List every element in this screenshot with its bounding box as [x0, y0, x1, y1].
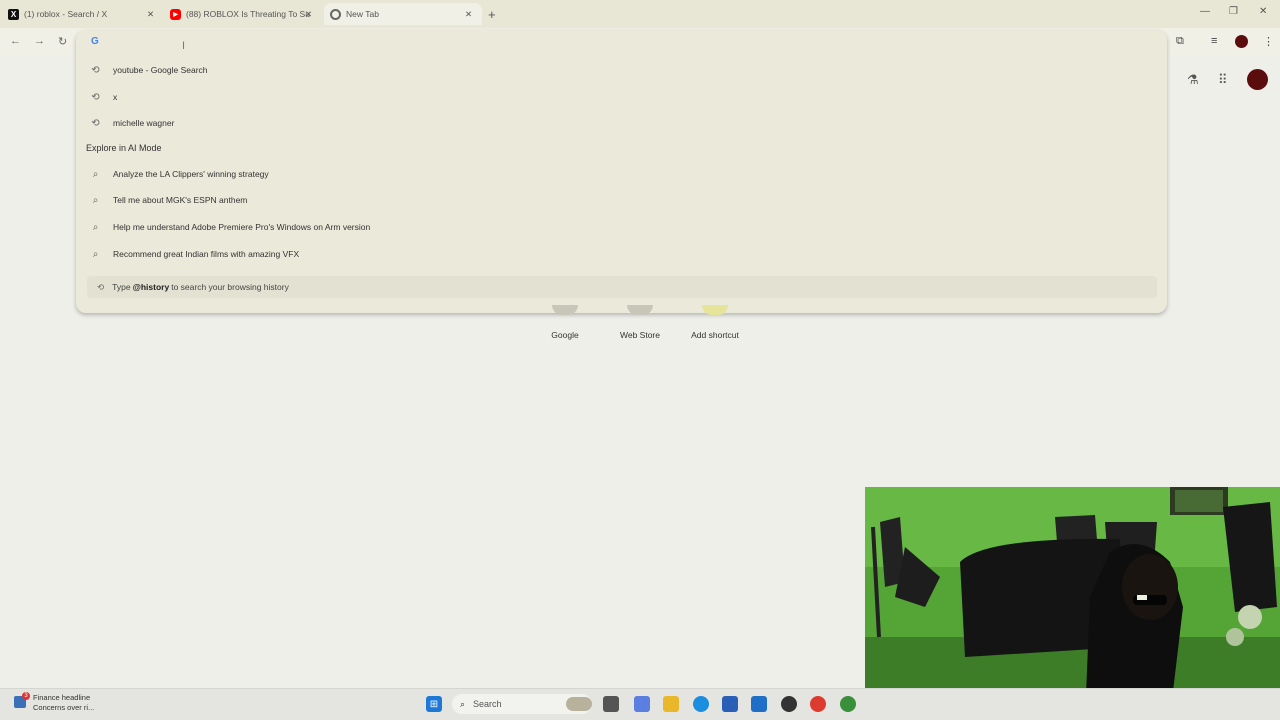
history-tip[interactable]: ⟲ Type @history to search your browsing … — [87, 276, 1157, 298]
edge-icon[interactable] — [693, 696, 709, 712]
windows-start-icon[interactable]: ⊞ — [426, 696, 442, 712]
suggestion-text: Tell me about MGK's ESPN anthem — [113, 195, 248, 205]
media-control-icon[interactable]: ≡ — [1211, 35, 1217, 47]
close-icon[interactable]: ✕ — [465, 3, 475, 25]
tab-title: (1) roblox - Search / X — [24, 9, 108, 19]
app-icon[interactable] — [781, 696, 797, 712]
google-icon: G — [91, 36, 99, 47]
widget-subtitle: Concerns over ri... — [33, 703, 95, 712]
reload-icon[interactable]: ↻ — [58, 35, 67, 48]
ai-mode-section-title: Explore in AI Mode — [86, 143, 162, 153]
shortcut-web-store[interactable]: Web Store — [605, 330, 675, 340]
copilot-icon[interactable] — [634, 696, 650, 712]
suggestion-text: x — [113, 92, 118, 102]
tab-title: (88) ROBLOX Is Threating To Su — [186, 9, 310, 19]
history-tip-suffix: to search your browsing history — [171, 282, 289, 292]
webcam-overlay — [865, 487, 1280, 720]
suggestion-item[interactable]: ⟲ youtube - Google Search — [88, 60, 208, 80]
search-icon: ⌕ — [92, 168, 99, 180]
chrome-icon — [330, 8, 341, 20]
ai-suggestion-item[interactable]: ⌕ Analyze the LA Clippers' winning strat… — [88, 164, 269, 184]
close-window-button[interactable]: ✕ — [1259, 6, 1267, 17]
new-tab-button[interactable]: + — [488, 3, 500, 25]
suggestion-item[interactable]: ⟲ michelle wagner — [88, 113, 174, 133]
ai-suggestion-item[interactable]: ⌕ Tell me about MGK's ESPN anthem — [88, 190, 248, 210]
labs-icon[interactable]: ⚗ — [1187, 72, 1199, 88]
webstore-shortcut-icon[interactable] — [627, 305, 653, 315]
suggestion-text: Help me understand Adobe Premiere Pro's … — [113, 222, 371, 232]
minimize-button[interactable]: — — [1200, 6, 1210, 17]
shortcut-google[interactable]: Google — [530, 330, 600, 340]
screen-capture-icon[interactable]: ⧉ — [1176, 35, 1184, 48]
history-icon: ⟲ — [97, 281, 105, 292]
suggestion-item[interactable]: ⟲ x — [88, 87, 117, 107]
close-icon[interactable]: ✕ — [147, 3, 157, 25]
notification-badge: 3 — [22, 692, 30, 700]
ai-suggestion-item[interactable]: ⌕ Recommend great Indian films with amaz… — [88, 244, 299, 264]
tab-roblox-video[interactable]: ▶ (88) ROBLOX Is Threating To Su — [170, 3, 318, 25]
history-icon: ⟲ — [91, 91, 100, 103]
ai-suggestion-item[interactable]: ⌕ Help me understand Adobe Premiere Pro'… — [88, 217, 371, 237]
history-tip-prefix: Type — [112, 282, 131, 292]
maximize-button[interactable]: ❐ — [1229, 6, 1238, 17]
avatar[interactable] — [1235, 35, 1248, 48]
outlook-icon[interactable] — [751, 696, 767, 712]
suggestion-text: youtube - Google Search — [113, 65, 208, 75]
search-icon: ⌕ — [92, 194, 99, 206]
search-icon: ⌕ — [92, 248, 99, 260]
suggestion-text: Recommend great Indian films with amazin… — [113, 249, 300, 259]
add-shortcut-icon[interactable] — [702, 305, 728, 315]
search-placeholder: Search — [473, 699, 502, 709]
text-cursor-icon: I — [182, 40, 186, 52]
shortcut-add[interactable]: Add shortcut — [680, 330, 750, 340]
menu-icon[interactable]: ⋮ — [1263, 35, 1274, 48]
history-icon: ⟲ — [91, 117, 100, 129]
search-icon: ⌕ — [460, 698, 466, 709]
address-input[interactable] — [108, 34, 1108, 50]
tab-roblox-search-x[interactable]: X (1) roblox - Search / X — [8, 3, 158, 25]
chrome-profile-icon[interactable] — [840, 696, 856, 712]
webcam-feed-image — [865, 487, 1280, 720]
forward-icon[interactable]: → — [34, 35, 45, 47]
suggestion-text: michelle wagner — [113, 118, 175, 128]
widget-title: Finance headline — [33, 693, 91, 702]
chrome-taskbar-icon[interactable] — [810, 696, 826, 712]
suggestion-text: Analyze the LA Clippers' winning strateg… — [113, 169, 269, 179]
back-icon[interactable]: ← — [10, 35, 21, 47]
profile-avatar[interactable] — [1247, 69, 1268, 90]
file-explorer-icon[interactable] — [663, 696, 679, 712]
widgets-button[interactable]: 3 Finance headline Concerns over ri... — [14, 692, 95, 713]
close-icon[interactable]: ✕ — [305, 3, 315, 25]
google-shortcut-icon[interactable] — [552, 305, 578, 315]
search-highlight-icon — [566, 697, 592, 711]
tab-new-tab[interactable]: New Tab — [324, 3, 482, 25]
youtube-icon: ▶ — [170, 8, 181, 20]
store-icon[interactable] — [722, 696, 738, 712]
history-icon: ⟲ — [91, 64, 100, 76]
task-view-icon[interactable] — [603, 696, 619, 712]
search-icon: ⌕ — [92, 221, 99, 233]
history-tip-keyword: @history — [132, 282, 170, 292]
x-logo-icon: X — [8, 8, 19, 20]
apps-grid-icon[interactable]: ⠿ — [1218, 72, 1228, 88]
tab-title: New Tab — [346, 9, 379, 19]
